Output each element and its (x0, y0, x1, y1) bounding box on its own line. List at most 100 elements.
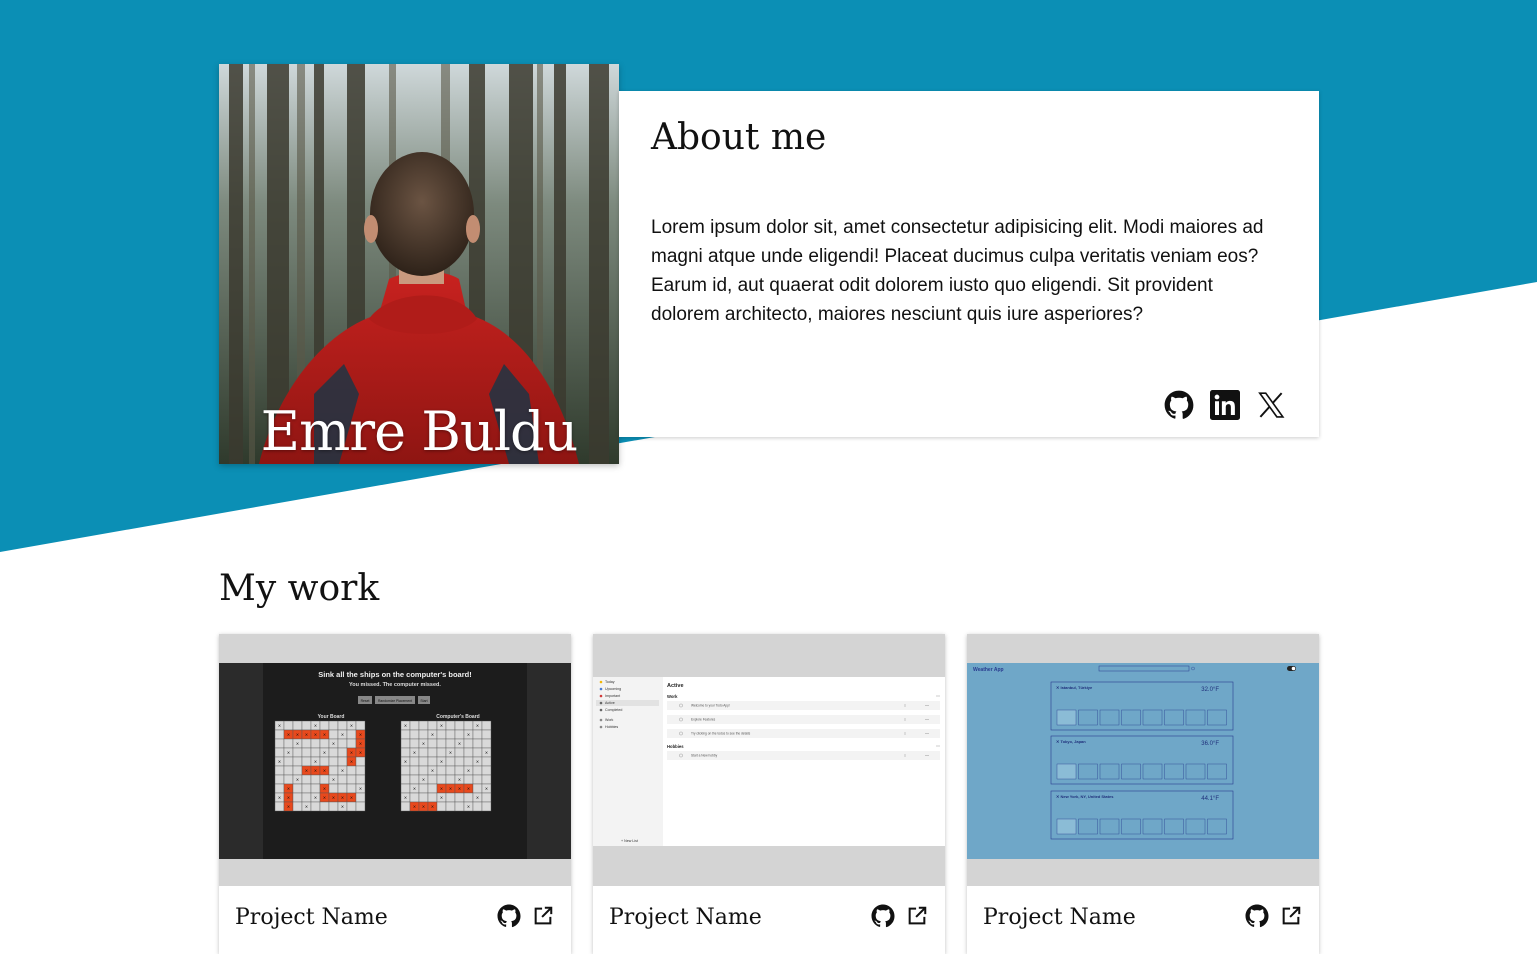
project-footer: Project Name (967, 886, 1319, 946)
shot-mark: × (314, 768, 317, 774)
shot-mark: × (341, 804, 344, 810)
board-cell (319, 720, 330, 731)
board-cell (346, 738, 357, 749)
battleship-status: You missed. The computer missed. (349, 682, 441, 688)
projects-grid: Sink all the ships on the computer's boa… (219, 634, 1319, 954)
reset-button: Reset (361, 699, 370, 703)
shot-mark: × (467, 804, 470, 810)
board-cell (445, 729, 456, 740)
board-cell (328, 765, 339, 776)
shot-mark: × (431, 768, 434, 774)
external-link-icon (534, 906, 553, 925)
weather-forecast-day (1056, 763, 1077, 780)
todo-sidebar-item: Upcoming (605, 687, 621, 691)
board-cell (445, 792, 456, 803)
about-card: About me Lorem ipsum dolor sit, amet con… (619, 91, 1319, 437)
board-cell (283, 756, 294, 767)
shot-mark: × (305, 768, 308, 774)
board-cell (310, 774, 321, 785)
shot-mark: × (359, 750, 362, 756)
shot-mark: × (350, 723, 353, 729)
board-cell (454, 729, 465, 740)
board-cell (427, 738, 438, 749)
project-live-link[interactable] (1279, 904, 1303, 928)
board-cell (301, 738, 312, 749)
shot-mark: × (440, 786, 443, 792)
shot-mark: × (449, 786, 452, 792)
github-link[interactable] (1163, 389, 1195, 421)
board-cell (463, 720, 474, 731)
shot-mark: × (314, 795, 317, 801)
project-thumbnail-weather[interactable]: Weather App ✕ Istanbul, Türkiye 32.0°F ✕ T… (967, 634, 1319, 886)
board-cell (346, 801, 357, 812)
shot-mark: × (287, 786, 290, 792)
shot-mark: × (359, 741, 362, 747)
project-card: Today Upcoming Important Active Complete… (593, 634, 945, 954)
board-cell (409, 720, 420, 731)
board-cell (463, 738, 474, 749)
board-cell (346, 783, 357, 794)
board-cell (418, 729, 429, 740)
board-cell (274, 783, 285, 794)
project-live-link[interactable] (531, 904, 555, 928)
board-cell (463, 756, 474, 767)
board-cell (454, 765, 465, 776)
board-cell (319, 738, 330, 749)
board-cell (319, 801, 330, 812)
board-cell (436, 765, 447, 776)
board-cell (427, 792, 438, 803)
board-cell (328, 720, 339, 731)
shot-mark: × (485, 750, 488, 756)
computer-board-label: Computer's Board (436, 714, 479, 720)
shot-mark: × (314, 732, 317, 738)
project-thumbnail-battleship[interactable]: Sink all the ships on the computer's boa… (219, 634, 571, 886)
board-cell (310, 801, 321, 812)
shot-mark: × (305, 804, 308, 810)
weather-city-temp: 36.0°F (1201, 741, 1219, 747)
todo-task: Try clicking on the todos to see the det… (691, 732, 751, 736)
board-cell (400, 801, 411, 812)
project-thumbnail-todo[interactable]: Today Upcoming Important Active Complete… (593, 634, 945, 886)
shot-mark: × (341, 732, 344, 738)
shot-mark: × (413, 786, 416, 792)
board-cell (292, 801, 303, 812)
project-github-link[interactable] (1245, 904, 1269, 928)
board-cell (337, 738, 348, 749)
board-cell (292, 792, 303, 803)
board-cell (310, 738, 321, 749)
board-cell (436, 747, 447, 758)
board-cell (274, 801, 285, 812)
project-live-link[interactable] (905, 904, 929, 928)
shot-mark: × (305, 732, 308, 738)
board-cell (436, 738, 447, 749)
board-cell (337, 720, 348, 731)
board-cell (418, 720, 429, 731)
board-cell (481, 756, 492, 767)
todo-sidebar-item: Important (605, 694, 620, 698)
shot-mark: × (287, 732, 290, 738)
board-cell (418, 792, 429, 803)
randomize-button: Randomize Placement (378, 699, 412, 703)
x-link[interactable] (1255, 389, 1287, 421)
shot-mark: × (440, 795, 443, 801)
board-cell (328, 801, 339, 812)
board-cell (445, 720, 456, 731)
project-github-link[interactable] (871, 904, 895, 928)
shot-mark: × (476, 759, 479, 765)
todo-sidebar-item: Active (605, 701, 615, 705)
project-footer: Project Name (593, 886, 945, 946)
board-cell (274, 765, 285, 776)
linkedin-link[interactable] (1209, 389, 1241, 421)
about-text: Lorem ipsum dolor sit, amet consectetur … (651, 217, 1264, 325)
weather-app-title: Weather App (973, 667, 1004, 673)
project-github-link[interactable] (497, 904, 521, 928)
project-card: Sink all the ships on the computer's boa… (219, 634, 571, 954)
shot-mark: × (341, 795, 344, 801)
board-cell (418, 747, 429, 758)
shot-mark: × (413, 804, 416, 810)
board-cell (346, 765, 357, 776)
board-cell (355, 756, 366, 767)
shot-mark: × (332, 741, 335, 747)
shot-mark: × (350, 795, 353, 801)
project-links (871, 904, 929, 928)
